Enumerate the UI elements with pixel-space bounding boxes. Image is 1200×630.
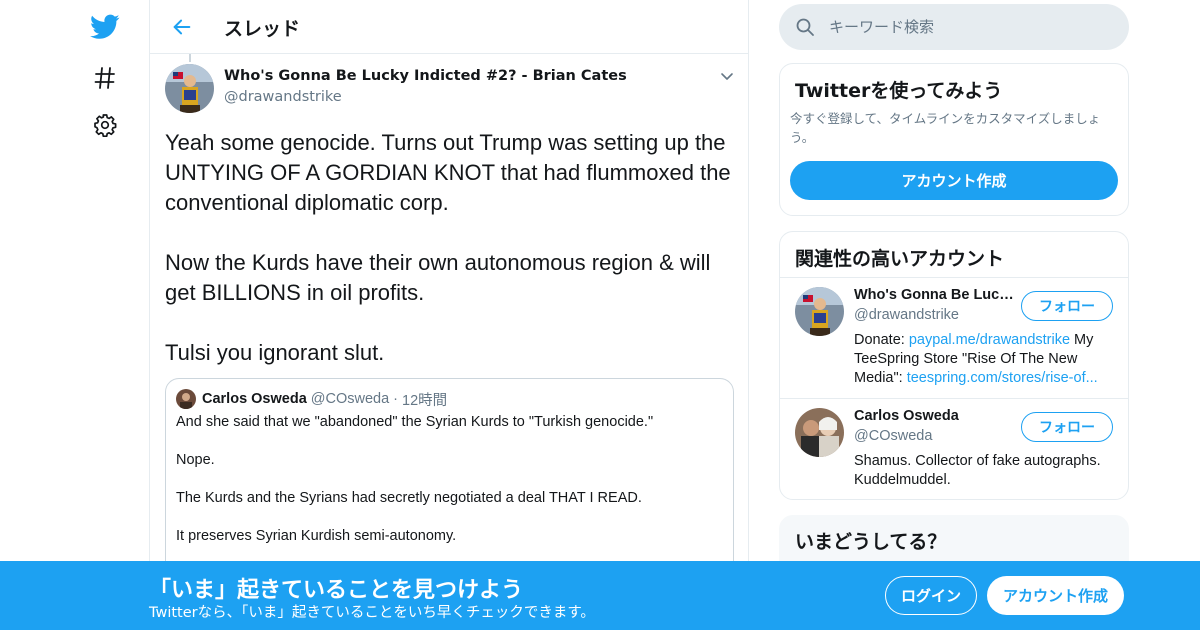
whats-happening-title: いまどうしてる？: [795, 531, 947, 553]
follow-button[interactable]: フォロー: [1021, 291, 1113, 321]
banner-headline: 「いま」起きていることを見つけよう: [149, 578, 524, 603]
gear-icon[interactable]: [90, 110, 120, 140]
search-icon: [795, 17, 815, 37]
tweet-paragraph: Now the Kurds have their own autonomous …: [165, 250, 711, 305]
avatar[interactable]: [165, 64, 214, 113]
avatar[interactable]: [795, 408, 844, 457]
account-name[interactable]: Carlos Osweda: [854, 408, 1014, 424]
author-handle[interactable]: @drawandstrike: [224, 89, 342, 105]
quoted-handle: @COsweda: [310, 391, 390, 407]
avatar[interactable]: [795, 287, 844, 336]
author-name[interactable]: Who's Gonna Be Lucky Indicted #2? - Bria…: [224, 68, 627, 84]
back-arrow-icon[interactable]: [168, 13, 196, 41]
bio-link-paypal[interactable]: paypal.me/drawandstrike: [909, 332, 1070, 348]
search-box: [779, 4, 1129, 50]
banner-subtext: Twitterなら、「いま」起きていることをいち早くチェックできます。: [149, 605, 595, 621]
account-handle: @drawandstrike: [854, 307, 959, 323]
follow-button[interactable]: フォロー: [1021, 412, 1113, 442]
create-account-button[interactable]: アカウント作成: [790, 161, 1118, 200]
account-name[interactable]: Who's Gonna Be Lucky Indicted #2? - Bria…: [854, 287, 1014, 303]
quoted-avatar: [176, 389, 196, 409]
quoted-tweet-body: And she said that we "abandoned" the Syr…: [176, 413, 721, 565]
separator-dot: ·: [393, 391, 398, 407]
bio-link-teespring[interactable]: teespring.com/stores/rise-of...: [907, 370, 1098, 386]
account-handle: @COsweda: [854, 428, 933, 444]
account-bio: Donate: paypal.me/drawandstrike My TeeSp…: [854, 331, 1114, 388]
chevron-down-icon[interactable]: [719, 68, 735, 84]
quoted-paragraph: Nope.: [176, 452, 215, 468]
tweet-paragraph: Tulsi you ignorant slut.: [165, 340, 385, 365]
left-rail: [0, 0, 150, 630]
page-title: スレッド: [224, 18, 301, 40]
related-accounts-card: 関連性の高いアカウント Who's Gonna Be Lucky Indicte…: [779, 231, 1129, 500]
quoted-paragraph: It preserves Syrian Kurdish semi-autonom…: [176, 528, 457, 544]
hashtag-icon[interactable]: [90, 63, 120, 93]
quoted-tweet-header: Carlos Osweda @COsweda · 12時間: [176, 389, 447, 409]
twitter-bird-icon[interactable]: [90, 12, 120, 42]
banner-create-account-button[interactable]: アカウント作成: [987, 576, 1124, 615]
tweet-text: Yeah some genocide. Turns out Trump was …: [165, 128, 740, 398]
quoted-paragraph: And she said that we "abandoned" the Syr…: [176, 414, 654, 430]
account-item[interactable]: Carlos Osweda @COsweda フォロー Shamus. Coll…: [780, 398, 1128, 498]
account-item[interactable]: Who's Gonna Be Lucky Indicted #2? - Bria…: [780, 277, 1128, 397]
signup-card-description: 今すぐ登録して、タイムラインをカスタマイズしましょう。: [790, 111, 1101, 145]
quoted-name: Carlos Osweda: [202, 391, 307, 407]
related-accounts-title: 関連性の高いアカウント: [795, 248, 1005, 270]
bio-text: Donate:: [854, 332, 909, 348]
signup-card-title: Twitterを使ってみよう: [795, 80, 1003, 102]
search-input[interactable]: [829, 12, 1114, 42]
signup-banner: 「いま」起きていることを見つけよう Twitterなら、「いま」起きていることを…: [0, 561, 1200, 630]
account-bio: Shamus. Collector of fake autographs. Ku…: [854, 453, 1101, 488]
login-button[interactable]: ログイン: [885, 576, 977, 615]
quoted-timestamp: 12時間: [402, 392, 448, 409]
tweet-author: Who's Gonna Be Lucky Indicted #2? - Bria…: [165, 62, 735, 118]
header-bar: スレッド: [150, 0, 748, 54]
quoted-paragraph: The Kurds and the Syrians had secretly n…: [176, 490, 642, 506]
signup-card: Twitterを使ってみよう 今すぐ登録して、タイムラインをカスタマイズしましょ…: [779, 63, 1129, 216]
thread-connector-line: [189, 54, 191, 62]
tweet-paragraph: Yeah some genocide. Turns out Trump was …: [165, 130, 731, 215]
main-column: スレッド Who's Gonna Be Lucky Indicted #2? -…: [149, 0, 749, 630]
